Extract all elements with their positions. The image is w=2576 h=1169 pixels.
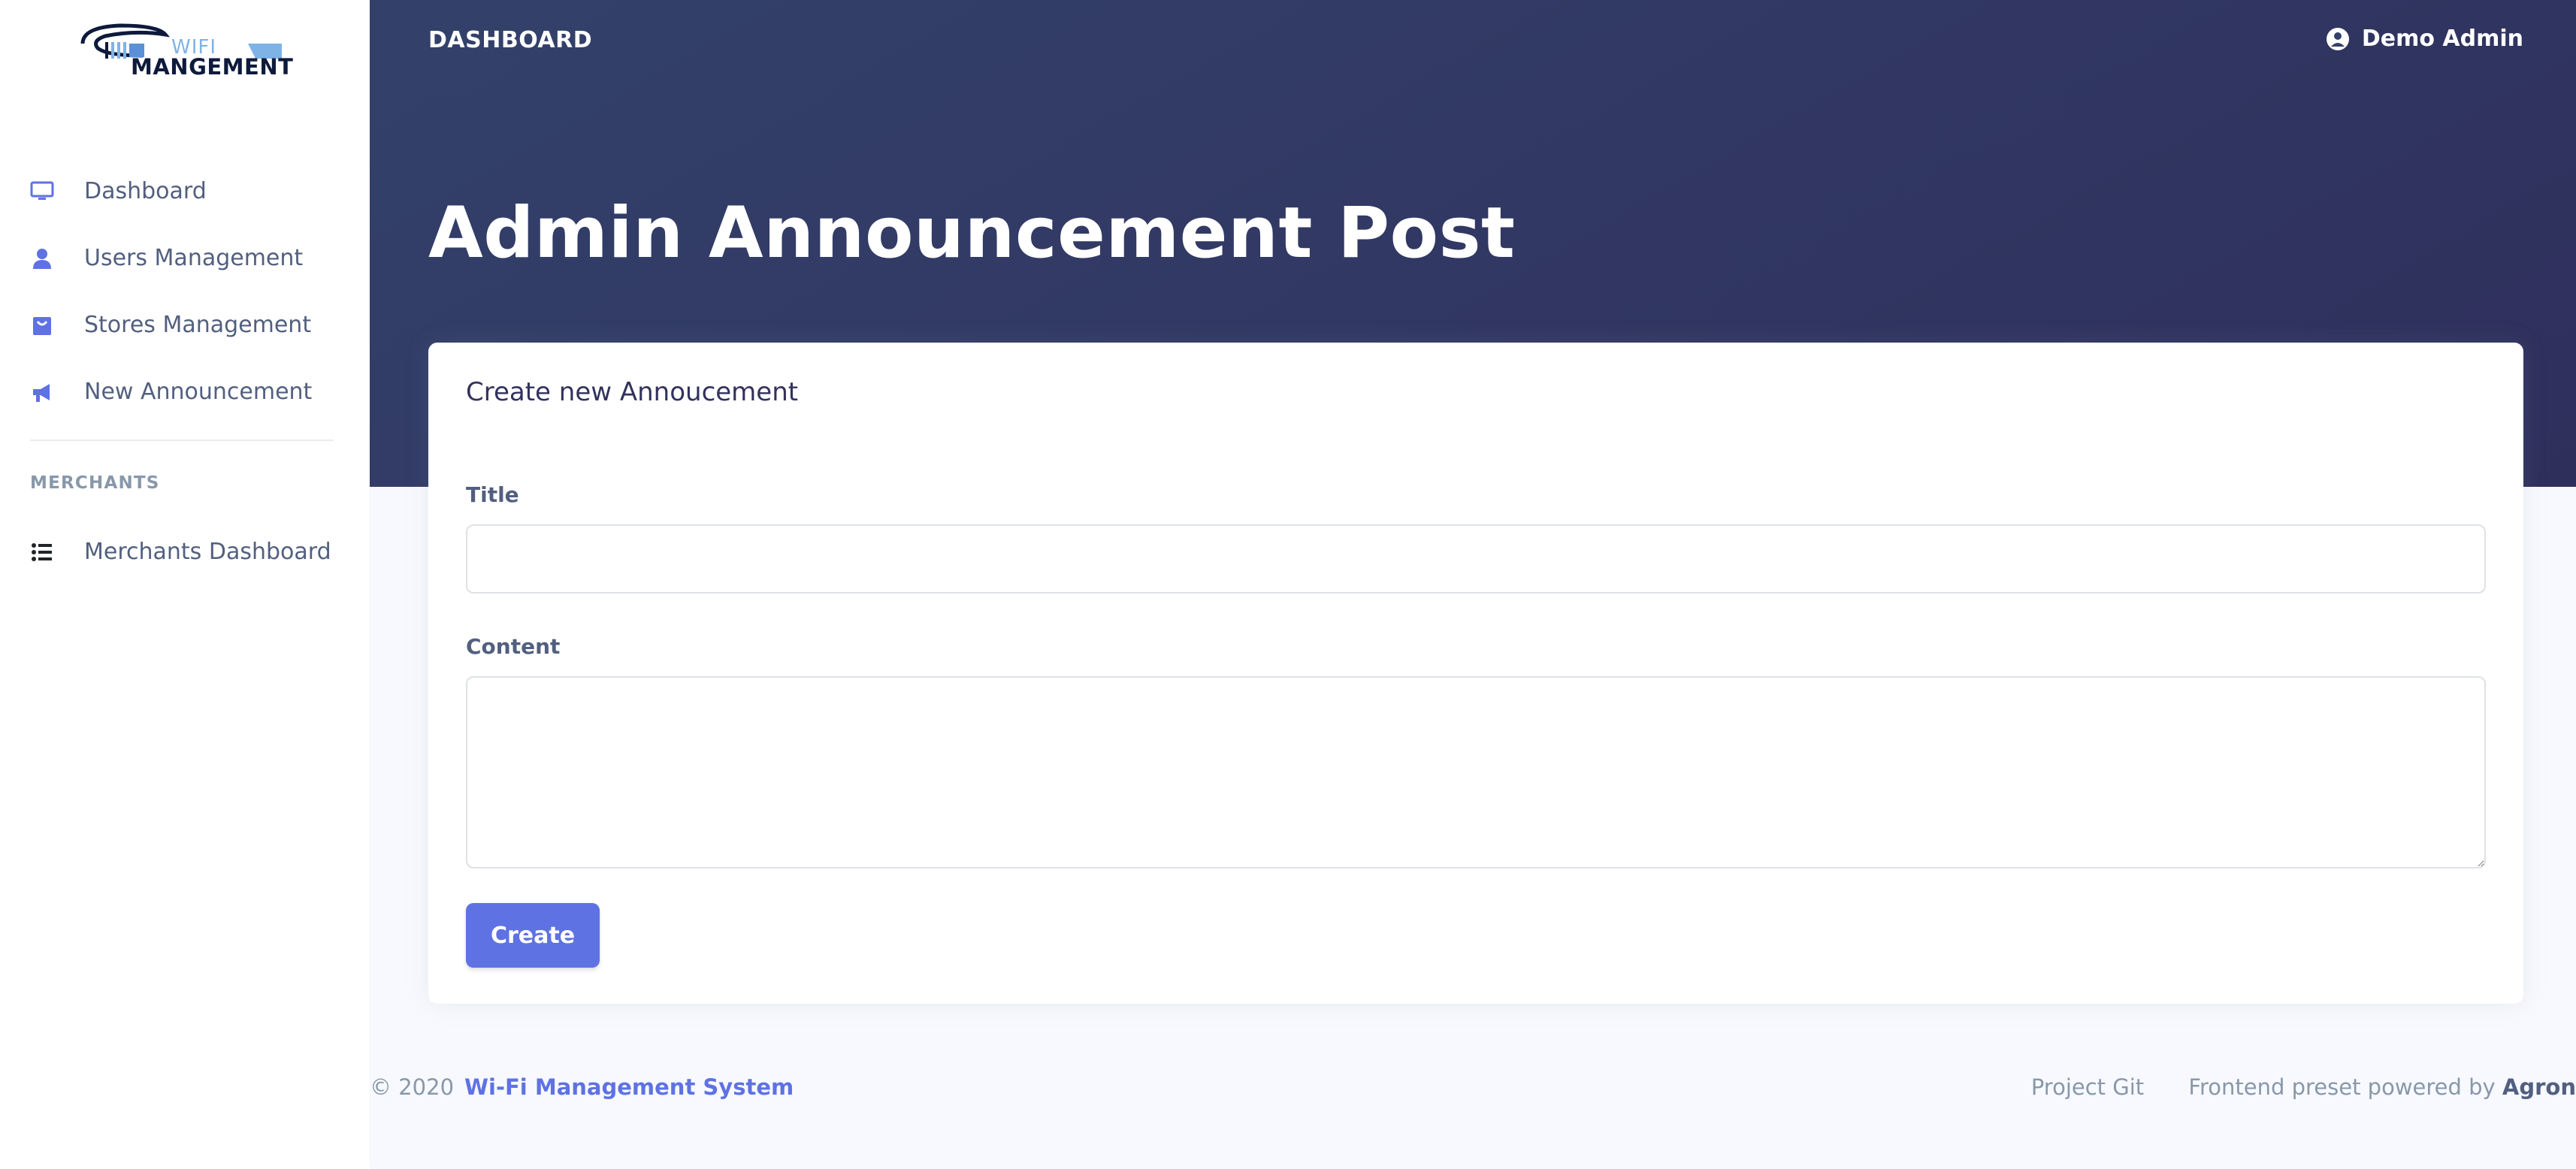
content-textarea[interactable] — [466, 676, 2486, 868]
brand-link[interactable]: Wi-Fi Management System — [464, 1074, 794, 1100]
sidebar-item-new-announcement[interactable]: New Announcement — [0, 358, 370, 425]
sidebar-nav: Dashboard Users Management Stores Manage… — [0, 158, 370, 425]
powered-by-text: Frontend preset powered by — [2188, 1074, 2496, 1100]
sidebar-item-stores-management[interactable]: Stores Management — [0, 291, 370, 358]
footer-link-project-git[interactable]: Project Git — [2031, 1074, 2144, 1100]
content-label: Content — [466, 634, 561, 659]
sidebar: WIFI MANGEMENT Dashboard Users Managemen… — [0, 0, 370, 1169]
logo[interactable]: WIFI MANGEMENT — [75, 14, 293, 81]
announcement-form-card: Create new Annoucement Title Content Cre… — [428, 343, 2523, 1004]
footer-copyright: © 2020 Wi-Fi Management System — [370, 1074, 794, 1100]
sidebar-item-label: Dashboard — [84, 178, 207, 204]
card-title: Create new Annoucement — [466, 377, 799, 407]
footer-link-powered-by[interactable]: Frontend preset powered by Agron — [2188, 1074, 2576, 1100]
user-menu[interactable]: Demo Admin — [2326, 26, 2523, 52]
footer-links: Project Git Frontend preset powered by A… — [1994, 1074, 2576, 1100]
sidebar-item-dashboard[interactable]: Dashboard — [0, 158, 370, 225]
monitor-icon — [30, 180, 54, 204]
powered-by-brand: Agron — [2502, 1074, 2576, 1100]
title-input[interactable] — [466, 524, 2486, 594]
sidebar-item-label: Users Management — [84, 245, 304, 271]
breadcrumb[interactable]: DASHBOARD — [428, 27, 592, 53]
page-title: Admin Announcement Post — [428, 192, 1516, 274]
sidebar-item-users-management[interactable]: Users Management — [0, 225, 370, 291]
copyright-text: © 2020 — [370, 1074, 455, 1100]
sidebar-item-merchants-dashboard[interactable]: Merchants Dashboard — [0, 518, 370, 585]
sidebar-divider — [30, 440, 334, 441]
sidebar-nav-merchants: Merchants Dashboard — [0, 518, 370, 585]
sidebar-item-label: Stores Management — [84, 312, 312, 338]
megaphone-icon — [30, 380, 54, 404]
footer: © 2020 Wi-Fi Management System Project Gi… — [370, 1067, 2576, 1112]
logo-text-mangement: MANGEMENT — [131, 54, 294, 80]
user-name: Demo Admin — [2361, 26, 2523, 52]
list-icon — [30, 540, 54, 564]
sidebar-item-label: Merchants Dashboard — [84, 539, 331, 565]
create-button[interactable]: Create — [466, 903, 600, 968]
sidebar-item-label: New Announcement — [84, 379, 313, 405]
user-circle-icon — [2326, 27, 2350, 51]
title-label: Title — [466, 482, 519, 507]
user-icon — [30, 246, 54, 270]
shopping-bag-icon — [30, 313, 54, 337]
sidebar-section-heading: MERCHANTS — [30, 473, 160, 493]
